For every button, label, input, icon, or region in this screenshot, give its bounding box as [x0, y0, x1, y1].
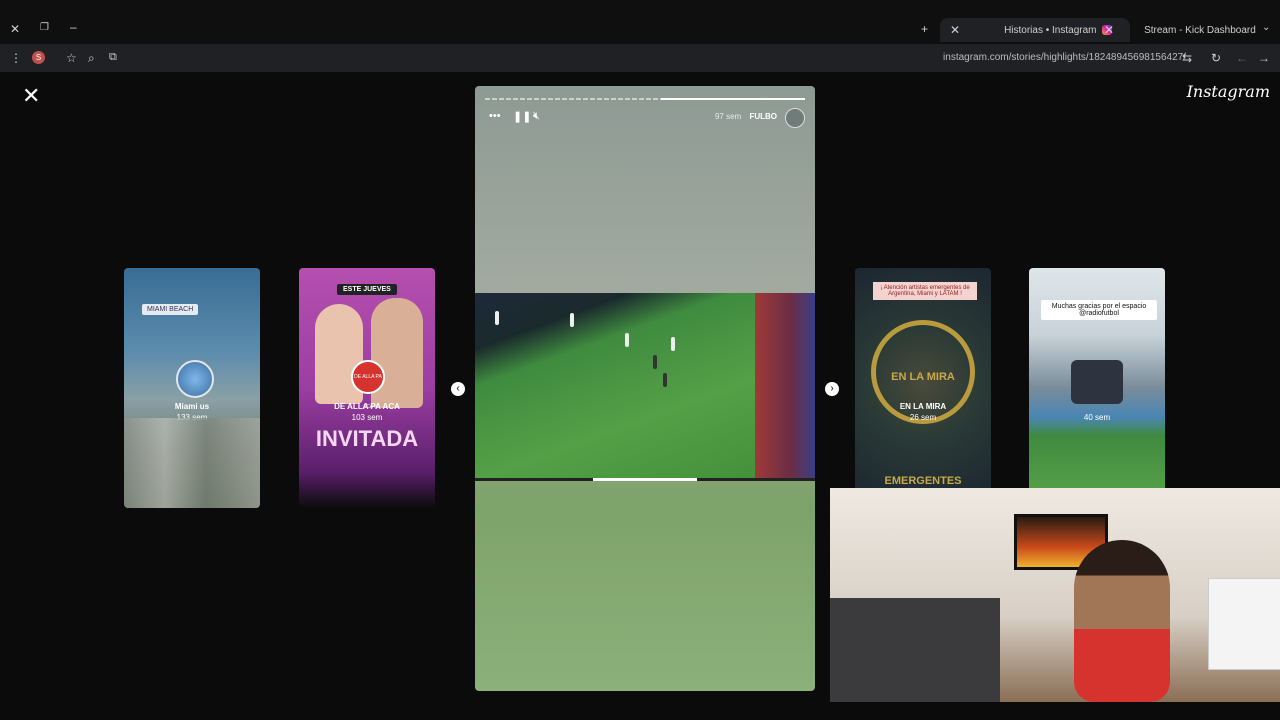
card-title: EN LA MIRA — [899, 402, 947, 411]
man-photo — [371, 298, 423, 408]
story-progress-bar — [485, 98, 805, 100]
story-avatar[interactable] — [785, 108, 805, 128]
story-username[interactable]: FULBO — [749, 112, 777, 121]
player — [663, 373, 667, 387]
story-user[interactable]: 97 sem FULBO — [715, 112, 777, 121]
restore-window-icon[interactable]: ❐ — [40, 22, 49, 33]
card-title: Miami us — [174, 402, 210, 411]
tab-title: Stream - Kick Dashboard — [1144, 24, 1256, 36]
story-time: 97 sem — [714, 112, 742, 121]
tab-search-icon[interactable]: ⌄ — [1262, 22, 1270, 33]
next-story-button[interactable]: › — [825, 382, 839, 396]
story-progress-fill — [661, 98, 805, 100]
back-icon[interactable]: → — [1258, 51, 1270, 65]
tab-title: Historias • Instagram — [1004, 24, 1097, 36]
instagram-logo[interactable]: Instagram — [1187, 82, 1270, 101]
card-time: 40 sem — [1083, 413, 1111, 422]
player — [671, 337, 675, 351]
tab-kick[interactable]: ✕ Stream - Kick Dashboard — [1104, 18, 1256, 42]
menu-icon[interactable]: ⋮ — [10, 51, 22, 65]
webcam-overlay — [830, 488, 1280, 702]
more-options-icon[interactable]: ••• — [489, 110, 501, 122]
card-title: DE ALLA PA ACA — [334, 402, 400, 411]
story-card-enlamira[interactable]: ¡ Atención artistas emergentes de Argent… — [855, 268, 991, 508]
card-avatar — [176, 360, 214, 398]
card-top-text: Muchas gracias por el espacio @radiofutb… — [1041, 300, 1157, 320]
new-tab-icon[interactable]: + — [921, 22, 928, 36]
card-tag: MIAMI BEACH — [142, 304, 199, 315]
card-time: 26 sem — [909, 413, 937, 422]
pause-icon[interactable]: ❚❚ — [513, 110, 531, 123]
address-bar: ⋮ S ☆ ⌕ ⧉ instagram.com/stories/highligh… — [0, 44, 1280, 72]
video-wall — [755, 293, 815, 481]
browser-tab-bar: ✕ ❐ – + ✕ Historias • Instagram ✕ Stream… — [0, 0, 1280, 44]
mute-icon[interactable]: 🔇︎ — [533, 110, 540, 123]
card-header: ESTE JUEVES — [337, 284, 397, 295]
story-card-dealla[interactable]: ESTE JUEVES DE ALLA PA ACA DE ALLA PA AC… — [299, 268, 435, 508]
card-badge: DE ALLA PA ACA — [351, 360, 385, 410]
minimize-window-icon[interactable]: – — [70, 20, 77, 34]
main-story[interactable]: 97 sem FULBO ••• ❚❚ 🔇︎ — [475, 86, 815, 691]
player — [570, 313, 574, 327]
close-stories-icon[interactable]: ✕ — [22, 85, 42, 107]
story-card-radio[interactable]: Muchas gracias por el espacio @radiofutb… — [1029, 268, 1165, 508]
card-time: 103 sem — [351, 413, 383, 422]
bottom-bar — [0, 702, 1280, 720]
video-scrubber[interactable] — [475, 478, 815, 481]
card-subtitle: INVITADA — [315, 426, 419, 451]
zoom-icon[interactable]: ⌕ — [88, 51, 95, 66]
install-app-icon[interactable]: ⧉ — [109, 51, 117, 64]
profile-icon[interactable]: S — [32, 51, 45, 64]
tab-instagram[interactable]: ✕ Historias • Instagram — [940, 18, 1130, 42]
story-card-miami[interactable]: MIAMI BEACH Miami us 133 sem — [124, 268, 260, 508]
close-window-icon[interactable]: ✕ — [10, 22, 20, 36]
player — [653, 355, 657, 369]
site-settings-icon[interactable]: ⇆ — [1182, 51, 1192, 65]
previous-story-button[interactable]: ‹ — [451, 382, 465, 396]
forward-icon[interactable]: ← — [1236, 51, 1248, 65]
reload-icon[interactable]: ↻ — [1211, 51, 1221, 65]
bookmark-star-icon[interactable]: ☆ — [66, 51, 77, 65]
player — [495, 311, 499, 325]
tab-close-icon[interactable]: ✕ — [950, 23, 960, 37]
story-video — [475, 293, 815, 481]
person-photo — [1071, 360, 1123, 404]
player — [625, 333, 629, 347]
city-image — [124, 418, 260, 508]
card-top-text: ¡ Atención artistas emergentes de Argent… — [873, 282, 977, 300]
streamer — [1074, 540, 1170, 702]
tab-close-icon[interactable]: ✕ — [1104, 23, 1114, 37]
url-text[interactable]: instagram.com/stories/highlights/1824894… — [943, 52, 1186, 63]
couch — [830, 598, 1000, 702]
white-shelf — [1208, 578, 1280, 670]
